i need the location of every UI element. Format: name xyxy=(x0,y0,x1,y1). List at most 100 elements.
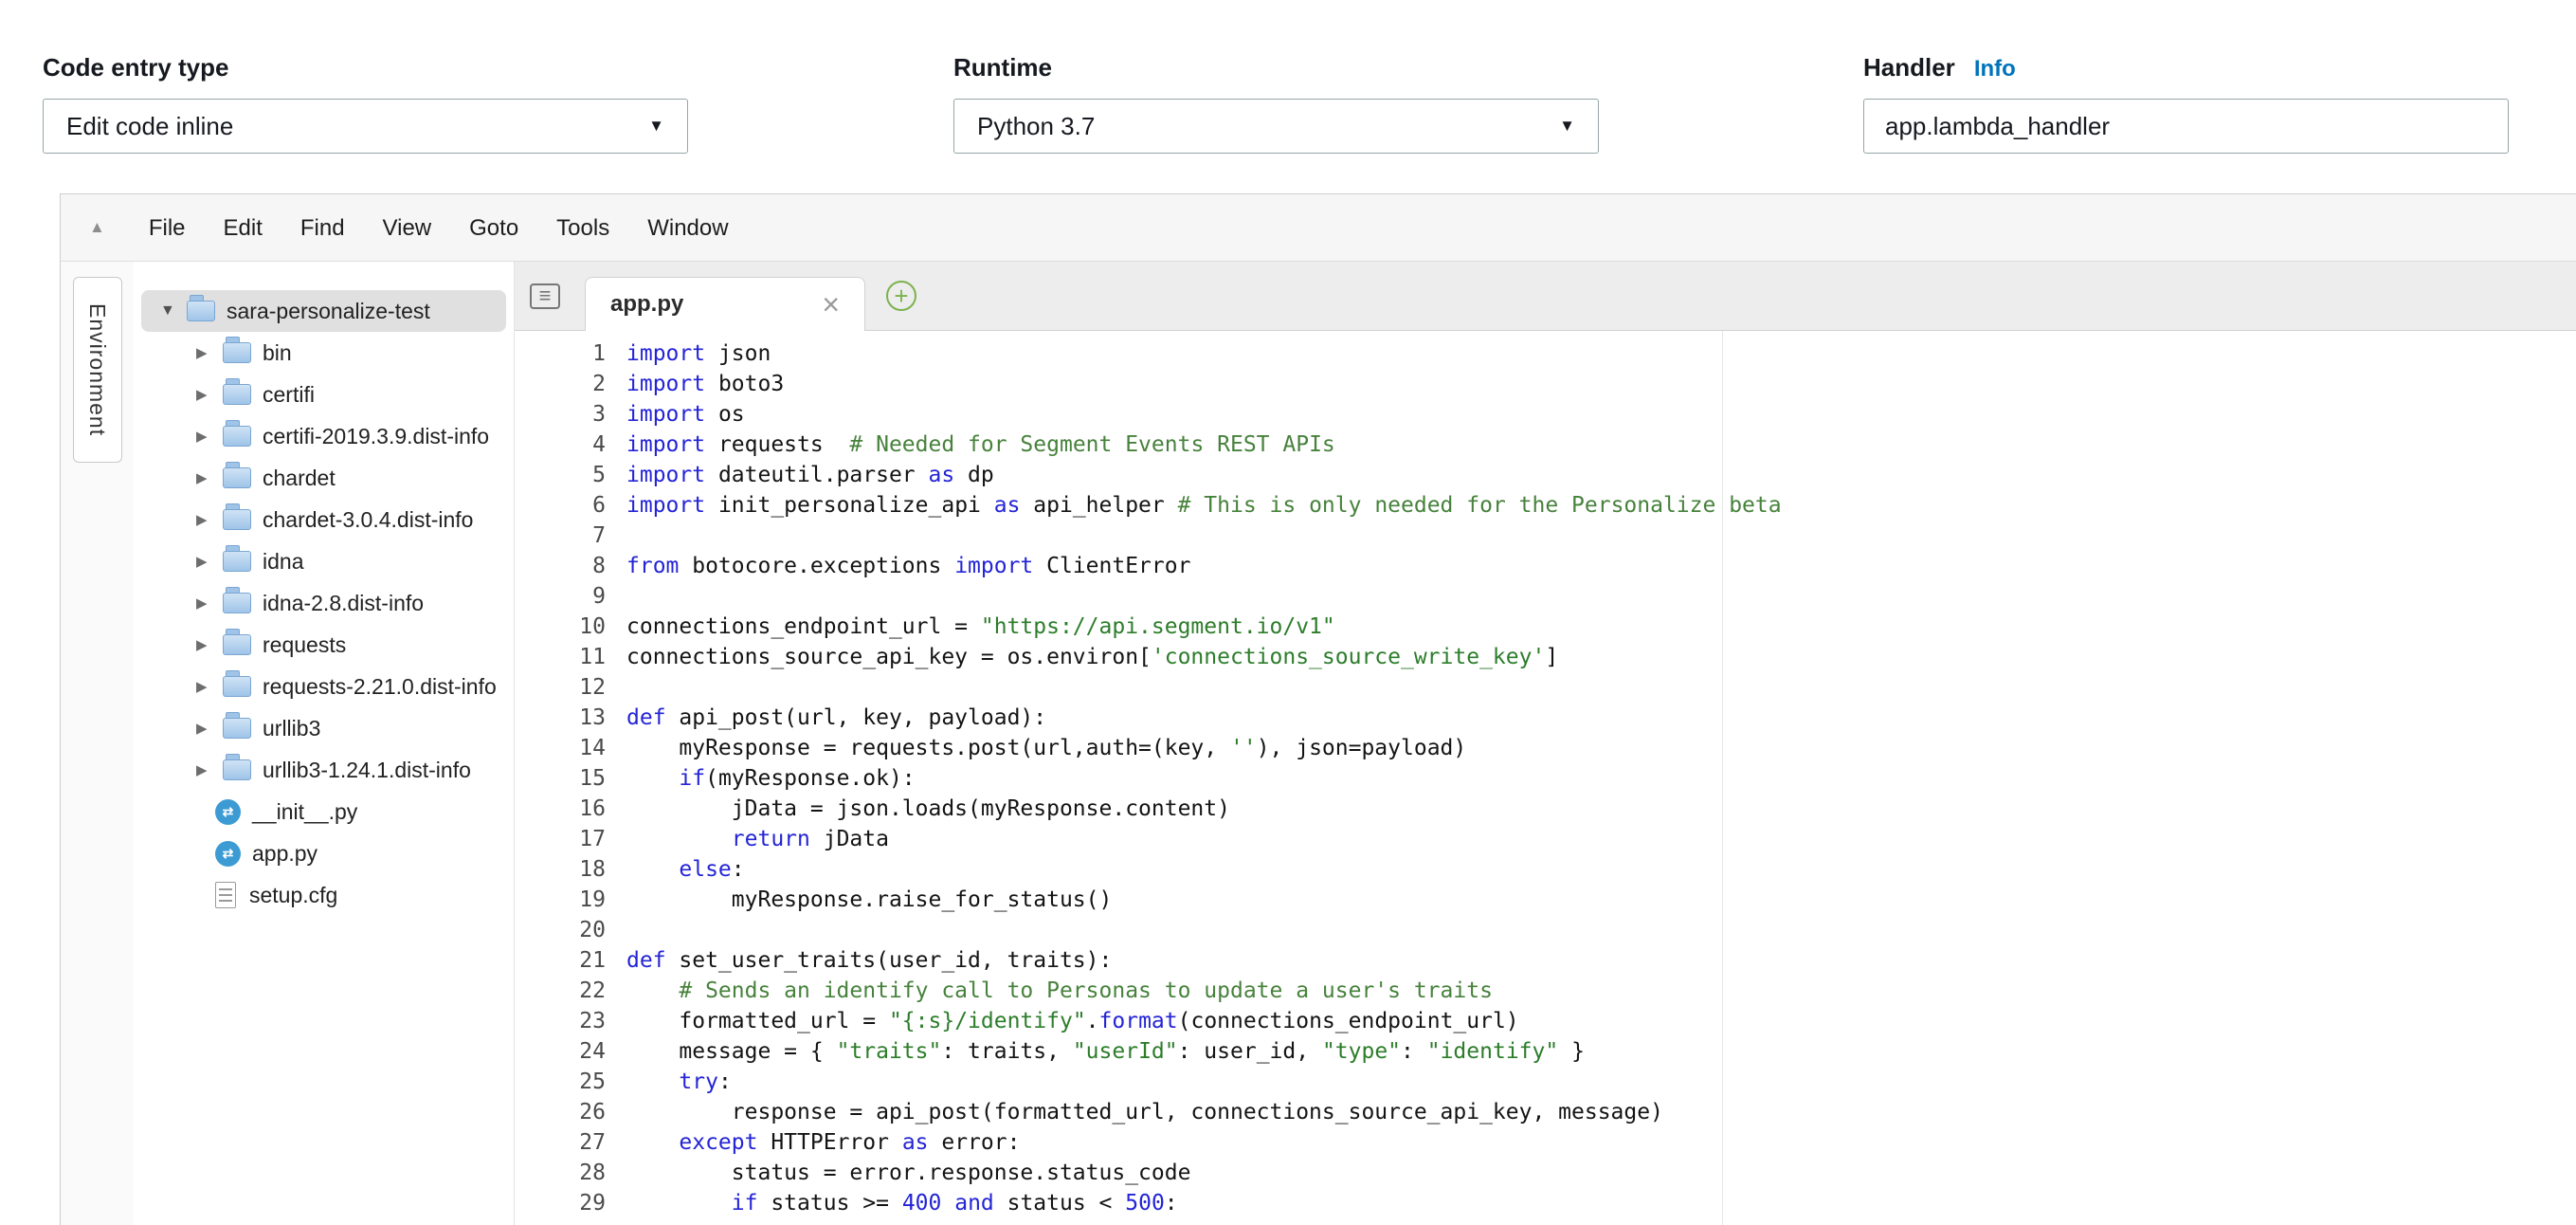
code-line: except HTTPError as error: xyxy=(626,1127,2576,1158)
folder-icon xyxy=(223,342,251,363)
line-number: 6 xyxy=(515,490,606,521)
tree-folder-label: requests xyxy=(263,632,346,658)
tree-root-folder[interactable]: ▼ sara-personalize-test xyxy=(141,290,506,332)
line-number: 14 xyxy=(515,733,606,763)
tree-folder-label: certifi-2019.3.9.dist-info xyxy=(263,424,489,449)
line-number-gutter: 1234567891011121314151617181920212223242… xyxy=(515,338,619,1225)
handler-input[interactable] xyxy=(1863,99,2509,154)
menu-items: FileEditFindViewGotoToolsWindow xyxy=(130,194,748,262)
field-handler: Handler Info xyxy=(1863,53,2509,154)
code-area[interactable]: 1234567891011121314151617181920212223242… xyxy=(515,331,2576,1225)
field-runtime: Runtime Python 3.7 ▼ xyxy=(953,53,1599,154)
menu-goto[interactable]: Goto xyxy=(450,194,537,262)
tree-root-label: sara-personalize-test xyxy=(227,299,430,324)
tree-folder-certifi[interactable]: ▶certifi xyxy=(141,374,506,415)
handler-info-link[interactable]: Info xyxy=(1974,56,2016,82)
caret-right-icon[interactable]: ▶ xyxy=(196,678,223,695)
menu-file[interactable]: File xyxy=(130,194,205,262)
line-number: 16 xyxy=(515,794,606,824)
code-entry-type-value: Edit code inline xyxy=(66,112,233,141)
code-line: if(myResponse.ok): xyxy=(626,763,2576,794)
caret-right-icon[interactable]: ▶ xyxy=(196,553,223,570)
line-number: 25 xyxy=(515,1067,606,1097)
line-number: 28 xyxy=(515,1158,606,1188)
caret-right-icon[interactable]: ▶ xyxy=(196,386,223,403)
caret-down-icon[interactable]: ▼ xyxy=(160,302,187,320)
code-line: connections_endpoint_url = "https://api.… xyxy=(626,612,2576,642)
runtime-select[interactable]: Python 3.7 ▼ xyxy=(953,99,1599,154)
line-number: 9 xyxy=(515,581,606,612)
caret-right-icon[interactable]: ▶ xyxy=(196,511,223,528)
caret-right-icon[interactable]: ▶ xyxy=(196,720,223,737)
tab-list-icon[interactable]: ≡ xyxy=(530,283,560,309)
line-number: 26 xyxy=(515,1097,606,1127)
line-number: 24 xyxy=(515,1036,606,1067)
chevron-down-icon: ▼ xyxy=(648,117,664,136)
menu-window[interactable]: Window xyxy=(628,194,747,262)
tree-folder-label: urllib3 xyxy=(263,716,320,741)
caret-right-icon[interactable]: ▶ xyxy=(196,636,223,653)
tab-app-py[interactable]: app.py × xyxy=(585,277,865,331)
tab-title: app.py xyxy=(610,291,683,318)
tree-folder-chardet-3-0-4-dist-info[interactable]: ▶ chardet-3.0.4.dist-info xyxy=(141,499,506,540)
line-number: 29 xyxy=(515,1188,606,1218)
caret-right-icon[interactable]: ▶ xyxy=(196,761,223,778)
menu-find[interactable]: Find xyxy=(281,194,364,262)
caret-right-icon[interactable]: ▶ xyxy=(196,594,223,612)
line-number: 5 xyxy=(515,460,606,490)
code-line: message = { "traits": traits, "userId": … xyxy=(626,1036,2576,1067)
function-code-form: Code entry type Edit code inline ▼ Runti… xyxy=(0,0,2576,193)
line-number: 7 xyxy=(515,521,606,551)
folder-icon xyxy=(187,301,215,321)
line-number: 8 xyxy=(515,551,606,581)
code-entry-type-select[interactable]: Edit code inline ▼ xyxy=(43,99,688,154)
menu-edit[interactable]: Edit xyxy=(205,194,281,262)
folder-icon xyxy=(223,509,251,530)
code-lines: import jsonimport boto3import osimport r… xyxy=(619,338,2576,1225)
caret-right-icon[interactable]: ▶ xyxy=(196,469,223,486)
line-number: 20 xyxy=(515,915,606,945)
line-number: 21 xyxy=(515,945,606,976)
tree-folder-label: chardet-3.0.4.dist-info xyxy=(263,507,473,533)
tree-folder-label: idna-2.8.dist-info xyxy=(263,591,424,616)
line-number: 11 xyxy=(515,642,606,672)
folder-icon xyxy=(223,384,251,405)
close-tab-icon[interactable]: × xyxy=(822,289,840,320)
tree-folder-bin[interactable]: ▶bin xyxy=(141,332,506,374)
tree-folder-label: requests-2.21.0.dist-info xyxy=(263,674,497,700)
tree-file-setup-cfg[interactable]: setup.cfg xyxy=(141,874,506,916)
code-line: if status >= 400 and status < 500: xyxy=(626,1188,2576,1218)
tree-file-app-py[interactable]: ⇄app.py xyxy=(141,832,506,874)
code-line xyxy=(626,915,2576,945)
tree-folder-idna[interactable]: ▶ idna xyxy=(141,540,506,582)
tree-file-init-py[interactable]: ⇄__init__.py xyxy=(141,791,506,832)
tree-folder-certifi-2019-3-9-dist-info[interactable]: ▶ certifi-2019.3.9.dist-info xyxy=(141,415,506,457)
tree-folder-idna-2-8-dist-info[interactable]: ▶ idna-2.8.dist-info xyxy=(141,582,506,624)
caret-right-icon[interactable]: ▶ xyxy=(196,344,223,361)
lambda-code-editor-page: Code entry type Edit code inline ▼ Runti… xyxy=(0,0,2576,1225)
tree-folder-chardet[interactable]: ▶chardet xyxy=(141,457,506,499)
line-number: 22 xyxy=(515,976,606,1006)
environment-tab[interactable]: Environment xyxy=(73,277,122,463)
line-number: 2 xyxy=(515,369,606,399)
menu-tools[interactable]: Tools xyxy=(537,194,628,262)
tree-folder-requests[interactable]: ▶ requests xyxy=(141,624,506,666)
new-tab-icon[interactable]: + xyxy=(886,281,916,311)
python-file-icon: ⇄ xyxy=(215,799,241,825)
tree-folder-urllib3-1-24-1-dist-info[interactable]: ▶ urllib3-1.24.1.dist-info xyxy=(141,749,506,791)
tree-folder-label: urllib3-1.24.1.dist-info xyxy=(263,758,471,783)
code-line: import dateutil.parser as dp xyxy=(626,460,2576,490)
tree-folder-requests-2-21-0-dist-info[interactable]: ▶ requests-2.21.0.dist-info xyxy=(141,666,506,707)
field-code-entry-type: Code entry type Edit code inline ▼ xyxy=(43,53,688,154)
menu-view[interactable]: View xyxy=(364,194,451,262)
chevron-down-icon: ▼ xyxy=(1559,117,1575,136)
editor-body: Environment ▼sara-personalize-test▶bin▶c… xyxy=(61,262,2576,1225)
tree-file-label: app.py xyxy=(252,841,317,867)
code-line: import boto3 xyxy=(626,369,2576,399)
collapse-editor-icon[interactable]: ▲ xyxy=(89,218,105,237)
line-number: 18 xyxy=(515,854,606,885)
tree-folder-urllib3[interactable]: ▶ urllib3 xyxy=(141,707,506,749)
caret-right-icon[interactable]: ▶ xyxy=(196,428,223,445)
folder-icon xyxy=(223,676,251,697)
tree-folder-label: idna xyxy=(263,549,303,575)
